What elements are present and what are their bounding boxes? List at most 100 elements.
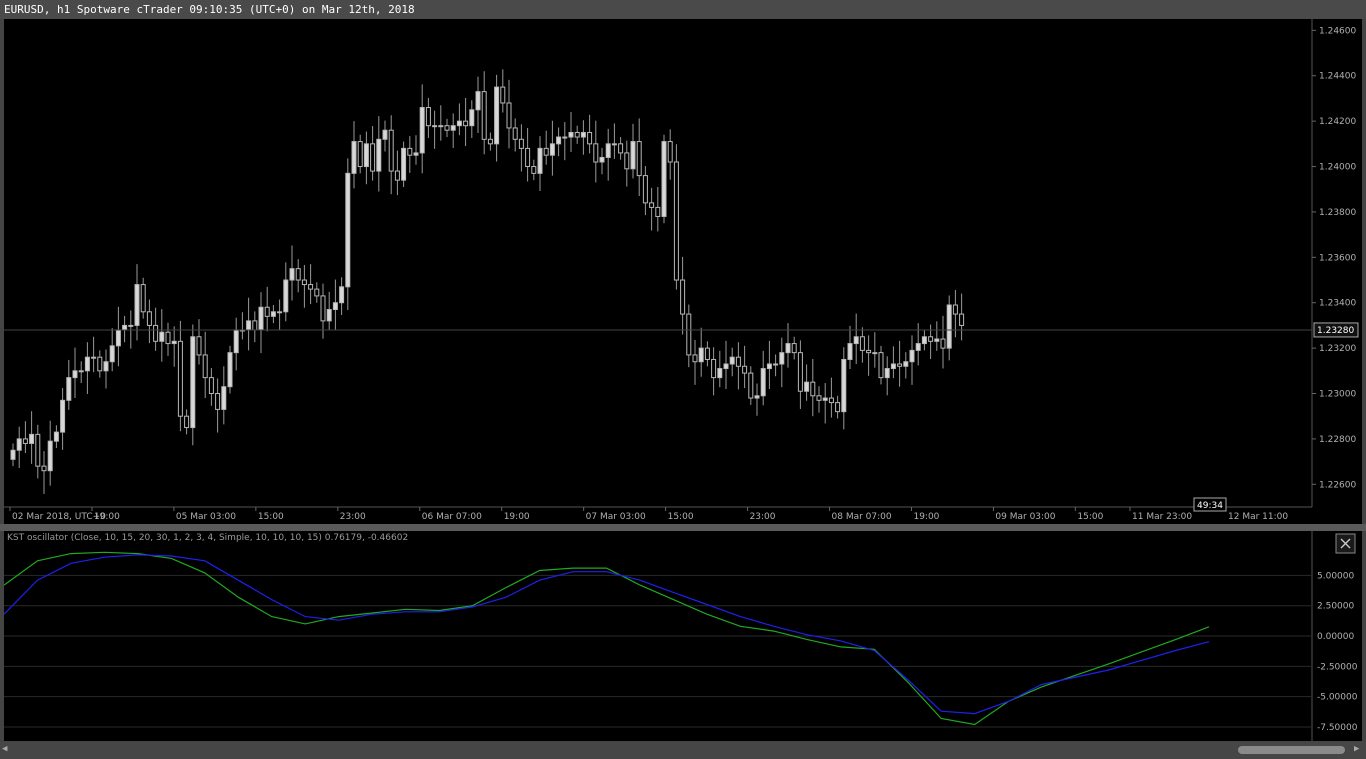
candle xyxy=(946,295,952,361)
time-tick-label: 19:00 xyxy=(94,512,120,522)
candle xyxy=(388,115,394,195)
candle-body xyxy=(246,320,252,331)
candle xyxy=(196,319,202,365)
candle xyxy=(822,383,828,424)
candle xyxy=(35,424,41,479)
candle-body xyxy=(835,402,841,413)
candle-body xyxy=(47,440,53,472)
candle xyxy=(828,377,834,418)
candle xyxy=(171,326,177,367)
candle-body xyxy=(215,393,221,410)
scroll-right-icon[interactable]: ▶ xyxy=(1354,744,1359,754)
osc-tick-label: 0.00000 xyxy=(1317,632,1354,642)
candle xyxy=(277,299,283,330)
candle xyxy=(10,443,16,467)
candle xyxy=(208,368,214,406)
candle-body xyxy=(711,358,717,379)
candle-body xyxy=(60,399,66,433)
price-tick-label: 1.23600 xyxy=(1319,253,1356,263)
candle xyxy=(810,359,816,417)
candle xyxy=(289,245,295,301)
candle-body xyxy=(29,433,35,444)
candle-body xyxy=(884,368,890,379)
kst-title: KST oscillator (Close, 10, 15, 20, 30, 1… xyxy=(7,533,408,543)
candle xyxy=(382,120,388,152)
candle xyxy=(866,335,872,376)
candle-body xyxy=(723,363,729,370)
candle-body xyxy=(853,336,859,345)
candle-body xyxy=(630,141,636,170)
candle xyxy=(717,350,723,388)
candle-body xyxy=(140,284,146,313)
horizontal-scrollbar[interactable] xyxy=(0,742,1366,759)
candle xyxy=(723,340,729,389)
candle xyxy=(934,321,940,351)
scroll-left-icon[interactable]: ◀ xyxy=(2,744,7,754)
candle-body xyxy=(10,449,16,460)
candle xyxy=(419,84,425,174)
candle-body xyxy=(196,336,202,356)
candle-body xyxy=(208,377,214,395)
price-tick-label: 1.23400 xyxy=(1319,299,1356,309)
candle xyxy=(729,347,735,377)
kst-oscillator-panel[interactable]: KST oscillator (Close, 10, 15, 20, 30, 1… xyxy=(4,531,1362,741)
candle-body xyxy=(72,370,78,379)
candle xyxy=(624,140,630,187)
candle-body xyxy=(475,91,481,111)
candle xyxy=(233,317,239,371)
candle-body xyxy=(283,279,289,313)
close-icon[interactable] xyxy=(1335,533,1356,554)
candle xyxy=(78,361,84,384)
candle xyxy=(673,144,679,290)
candle-body xyxy=(618,143,624,154)
candle-body xyxy=(754,395,760,399)
candle xyxy=(60,388,66,450)
candle-body xyxy=(828,397,834,404)
scrollbar-thumb[interactable] xyxy=(1238,746,1345,754)
time-tick-label: 15:00 xyxy=(258,512,284,522)
candle-body xyxy=(258,306,264,331)
candle xyxy=(556,127,562,157)
candle xyxy=(630,123,636,179)
candle xyxy=(177,320,183,432)
candle-body xyxy=(419,107,425,154)
candle xyxy=(270,304,276,324)
candle-body xyxy=(680,279,686,315)
candle xyxy=(91,336,97,373)
candle-body xyxy=(184,415,190,429)
candle xyxy=(47,420,53,486)
candle xyxy=(215,378,221,433)
candle xyxy=(797,340,803,409)
candle-body xyxy=(909,349,915,363)
candle-body xyxy=(165,331,171,345)
candle xyxy=(853,313,859,365)
time-tick-label: 02 Mar 2018, UTC+0 xyxy=(12,512,106,522)
candle-body xyxy=(122,324,128,331)
candle-body xyxy=(735,356,741,367)
candle xyxy=(959,293,965,341)
price-tick-label: 1.23800 xyxy=(1319,208,1356,218)
candle xyxy=(308,264,314,305)
candle-body xyxy=(500,86,506,104)
candle-body xyxy=(537,147,543,174)
candle-body xyxy=(859,336,865,351)
candle xyxy=(599,147,605,175)
candle-body xyxy=(642,175,648,204)
candle xyxy=(543,130,549,165)
price-tick-label: 1.23000 xyxy=(1319,390,1356,400)
panel-divider[interactable] xyxy=(0,524,1366,531)
candle xyxy=(742,345,748,389)
candle-body xyxy=(766,363,772,370)
candle-body xyxy=(146,311,152,326)
candle xyxy=(791,336,797,360)
candle xyxy=(264,286,270,332)
candle-body xyxy=(91,356,97,359)
candle xyxy=(940,315,946,369)
candle-body xyxy=(159,331,165,342)
candle-body xyxy=(277,311,283,314)
candle-body xyxy=(506,102,512,129)
price-tick-label: 1.22800 xyxy=(1319,435,1356,445)
price-chart[interactable]: 1.24600 1.24400 1.24200 1.24000 1.23800 1.236… xyxy=(4,19,1362,524)
candle-body xyxy=(339,286,345,304)
candle-body xyxy=(611,143,617,146)
